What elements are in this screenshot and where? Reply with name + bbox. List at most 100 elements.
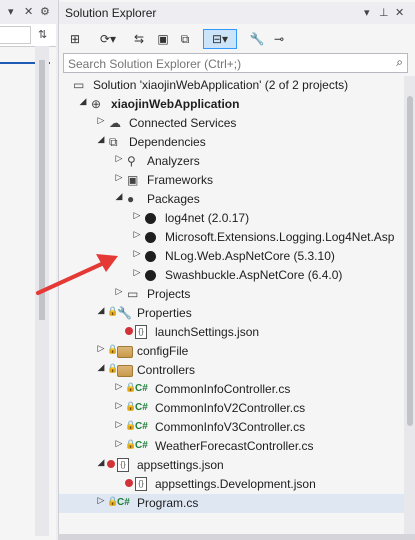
csharp-file-icon: C# xyxy=(117,497,130,508)
tree-item-label: Program.cs xyxy=(137,496,199,510)
csharp-file-icon: C# xyxy=(135,383,148,394)
pending-changes-filter-icon[interactable]: ⟳▾ xyxy=(93,29,123,49)
tree-item[interactable]: ▷ ▣ Frameworks xyxy=(59,171,404,190)
expand-arrow-icon[interactable]: ▷ xyxy=(131,229,143,240)
csharp-file-icon: C# xyxy=(135,402,148,413)
search-input[interactable] xyxy=(66,55,380,73)
panel-titlebar: Solution Explorer ▾ ⊥ ✕ xyxy=(59,2,415,24)
expand-arrow-icon[interactable]: ▷ xyxy=(131,248,143,259)
csharp-file-icon: C# xyxy=(135,421,148,432)
collapse-arrow-icon[interactable]: ◢ xyxy=(95,305,107,316)
close-icon[interactable]: ✕ xyxy=(395,6,404,19)
expand-arrow-icon[interactable]: ▷ xyxy=(113,153,125,164)
expand-arrow-icon[interactable]: ▷ xyxy=(95,115,107,126)
tree-item-label: Controllers xyxy=(137,363,196,377)
tree-item-label: CommonInfoV3Controller.cs xyxy=(155,420,306,434)
tree-item[interactable]: ◢ 🔒 🔧 Properties xyxy=(59,304,404,323)
expand-arrow-icon[interactable]: ▷ xyxy=(113,172,125,183)
analyzers-icon: ⚲ xyxy=(127,154,136,168)
tree-item[interactable]: ▷ Microsoft.Extensions.Logging.Log4Net.As… xyxy=(59,228,404,247)
tree-item[interactable]: ▷ ▭ Projects xyxy=(59,285,404,304)
close-icon[interactable]: ✕ xyxy=(24,5,33,18)
tree-item-label: Dependencies xyxy=(129,135,206,149)
editor-strip: ▾ ✕ ⚙ ⇅ xyxy=(0,0,56,540)
tree-item[interactable]: ▷ 🔒 C# WeatherForecastController.cs xyxy=(59,437,404,456)
tree-item[interactable]: ◢ 🔒 Controllers xyxy=(59,361,404,380)
tree-item[interactable]: {} appsettings.Development.json xyxy=(59,475,404,494)
tree-item[interactable]: ▷ Swashbuckle.AspNetCore (6.4.0) xyxy=(59,266,404,285)
show-all-files-icon[interactable]: ⧉ xyxy=(175,29,195,49)
pin-icon[interactable]: ⊥ xyxy=(379,6,389,19)
expand-arrow-icon[interactable]: ▷ xyxy=(131,210,143,221)
collapse-arrow-icon[interactable]: ◢ xyxy=(95,362,107,373)
tree-item[interactable]: ▷ 🔒 configFile xyxy=(59,342,404,361)
expand-arrow-icon[interactable]: ▷ xyxy=(113,381,125,392)
member-dropdown[interactable] xyxy=(0,26,31,44)
sync-with-document-icon[interactable]: ⇆ xyxy=(129,29,149,49)
tree-item[interactable]: {} launchSettings.json xyxy=(59,323,404,342)
tree-item[interactable]: ◢ ● Packages xyxy=(59,190,404,209)
tree-item-label: Solution 'xiaojinWebApplication' (2 of 2… xyxy=(93,78,349,92)
tree-item-label: WeatherForecastController.cs xyxy=(155,439,314,453)
tree-item-label: Microsoft.Extensions.Logging.Log4Net.Asp xyxy=(165,230,395,244)
frameworks-icon: ▣ xyxy=(127,173,139,187)
expand-arrow-icon[interactable]: ▷ xyxy=(113,438,125,449)
tree-item-label: log4net (2.0.17) xyxy=(165,211,250,225)
tree-item[interactable]: ▷ 🔒 C# CommonInfoV3Controller.cs xyxy=(59,418,404,437)
dependencies-icon: ⧉ xyxy=(109,135,118,149)
window-position-dropdown-icon[interactable]: ▾ xyxy=(364,6,370,19)
editor-strip-titlebar: ▾ ✕ ⚙ xyxy=(0,0,56,24)
panel-title: Solution Explorer xyxy=(65,6,157,20)
switch-views-icon[interactable]: ⊞ xyxy=(65,29,85,49)
tree-item-label: Frameworks xyxy=(147,173,214,187)
json-file-icon: {} xyxy=(135,325,147,339)
search-box[interactable]: ⌕ xyxy=(63,53,408,73)
properties-icon: 🔧 xyxy=(117,306,132,320)
tree-item[interactable]: ▷ NLog.Web.AspNetCore (5.3.10) xyxy=(59,247,404,266)
solution-explorer-panel: Solution Explorer ▾ ⊥ ✕ ⊞ ⟳▾ ⇆ ▣ ⧉ ⊟▾ 🔧 … xyxy=(58,0,415,540)
pending-change-icon xyxy=(107,460,115,468)
solution-tree: ▭ Solution 'xiaojinWebApplication' (2 of … xyxy=(59,76,404,536)
tree-item[interactable]: ▭ Solution 'xiaojinWebApplication' (2 of … xyxy=(59,76,404,95)
expand-arrow-icon[interactable]: ▷ xyxy=(95,343,107,354)
tree-item[interactable]: ◢ ⊕ xiaojinWebApplication xyxy=(59,95,404,114)
gear-icon[interactable]: ⚙ xyxy=(40,5,50,18)
packages-icon: ● xyxy=(127,192,135,206)
pin-toolbar-icon[interactable]: ⊸ xyxy=(269,29,289,49)
expand-arrow-icon[interactable]: ▷ xyxy=(113,400,125,411)
tree-item[interactable]: ▷ ⚲ Analyzers xyxy=(59,152,404,171)
expand-arrow-icon[interactable]: ▷ xyxy=(131,267,143,278)
collapse-arrow-icon[interactable]: ◢ xyxy=(95,134,107,145)
tree-item[interactable]: ▷ ☁ Connected Services xyxy=(59,114,404,133)
editor-scroll-thumb[interactable] xyxy=(39,60,45,320)
properties-wrench-icon[interactable]: 🔧 xyxy=(247,29,267,49)
tree-item-label: Connected Services xyxy=(129,116,237,130)
project-icon: ⊕ xyxy=(91,97,102,111)
tree-item[interactable]: ◢ ⧉ Dependencies xyxy=(59,133,404,152)
projects-icon: ▭ xyxy=(127,287,139,301)
expand-arrow-icon[interactable]: ▷ xyxy=(113,419,125,430)
expand-arrow-icon[interactable]: ▷ xyxy=(95,495,107,506)
tree-item[interactable]: ▷ 🔒 C# CommonInfoController.cs xyxy=(59,380,404,399)
pending-change-icon xyxy=(125,327,133,335)
collapse-arrow-icon[interactable]: ◢ xyxy=(77,96,89,107)
tree-item[interactable]: ▷ log4net (2.0.17) xyxy=(59,209,404,228)
collapse-all-icon[interactable]: ▣ xyxy=(153,29,173,49)
tree-item[interactable]: ◢ {} appsettings.json xyxy=(59,456,404,475)
tree-item-label: appsettings.Development.json xyxy=(155,477,316,491)
dropdown-icon[interactable]: ▾ xyxy=(8,5,14,18)
solution-explorer-toolbar: ⊞ ⟳▾ ⇆ ▣ ⧉ ⊟▾ 🔧 ⊸ xyxy=(59,26,415,52)
tree-scroll-thumb[interactable] xyxy=(407,96,413,426)
expand-arrow-icon[interactable]: ▷ xyxy=(113,286,125,297)
tree-item[interactable]: ▷ 🔒 C# Program.cs xyxy=(59,494,404,513)
search-icon[interactable]: ⌕ xyxy=(396,55,403,70)
collapse-arrow-icon[interactable]: ◢ xyxy=(95,457,107,468)
tree-item-label: Swashbuckle.AspNetCore (6.4.0) xyxy=(165,268,343,282)
tree-item-label: configFile xyxy=(137,344,189,358)
preview-selected-items-icon[interactable]: ⊟▾ xyxy=(203,29,237,49)
split-editor-icon[interactable]: ⇅ xyxy=(38,28,47,41)
tree-item[interactable]: ▷ 🔒 C# CommonInfoV2Controller.cs xyxy=(59,399,404,418)
collapse-arrow-icon[interactable]: ◢ xyxy=(113,191,125,202)
tree-item-label: xiaojinWebApplication xyxy=(111,97,240,111)
nuget-package-icon xyxy=(145,213,156,224)
